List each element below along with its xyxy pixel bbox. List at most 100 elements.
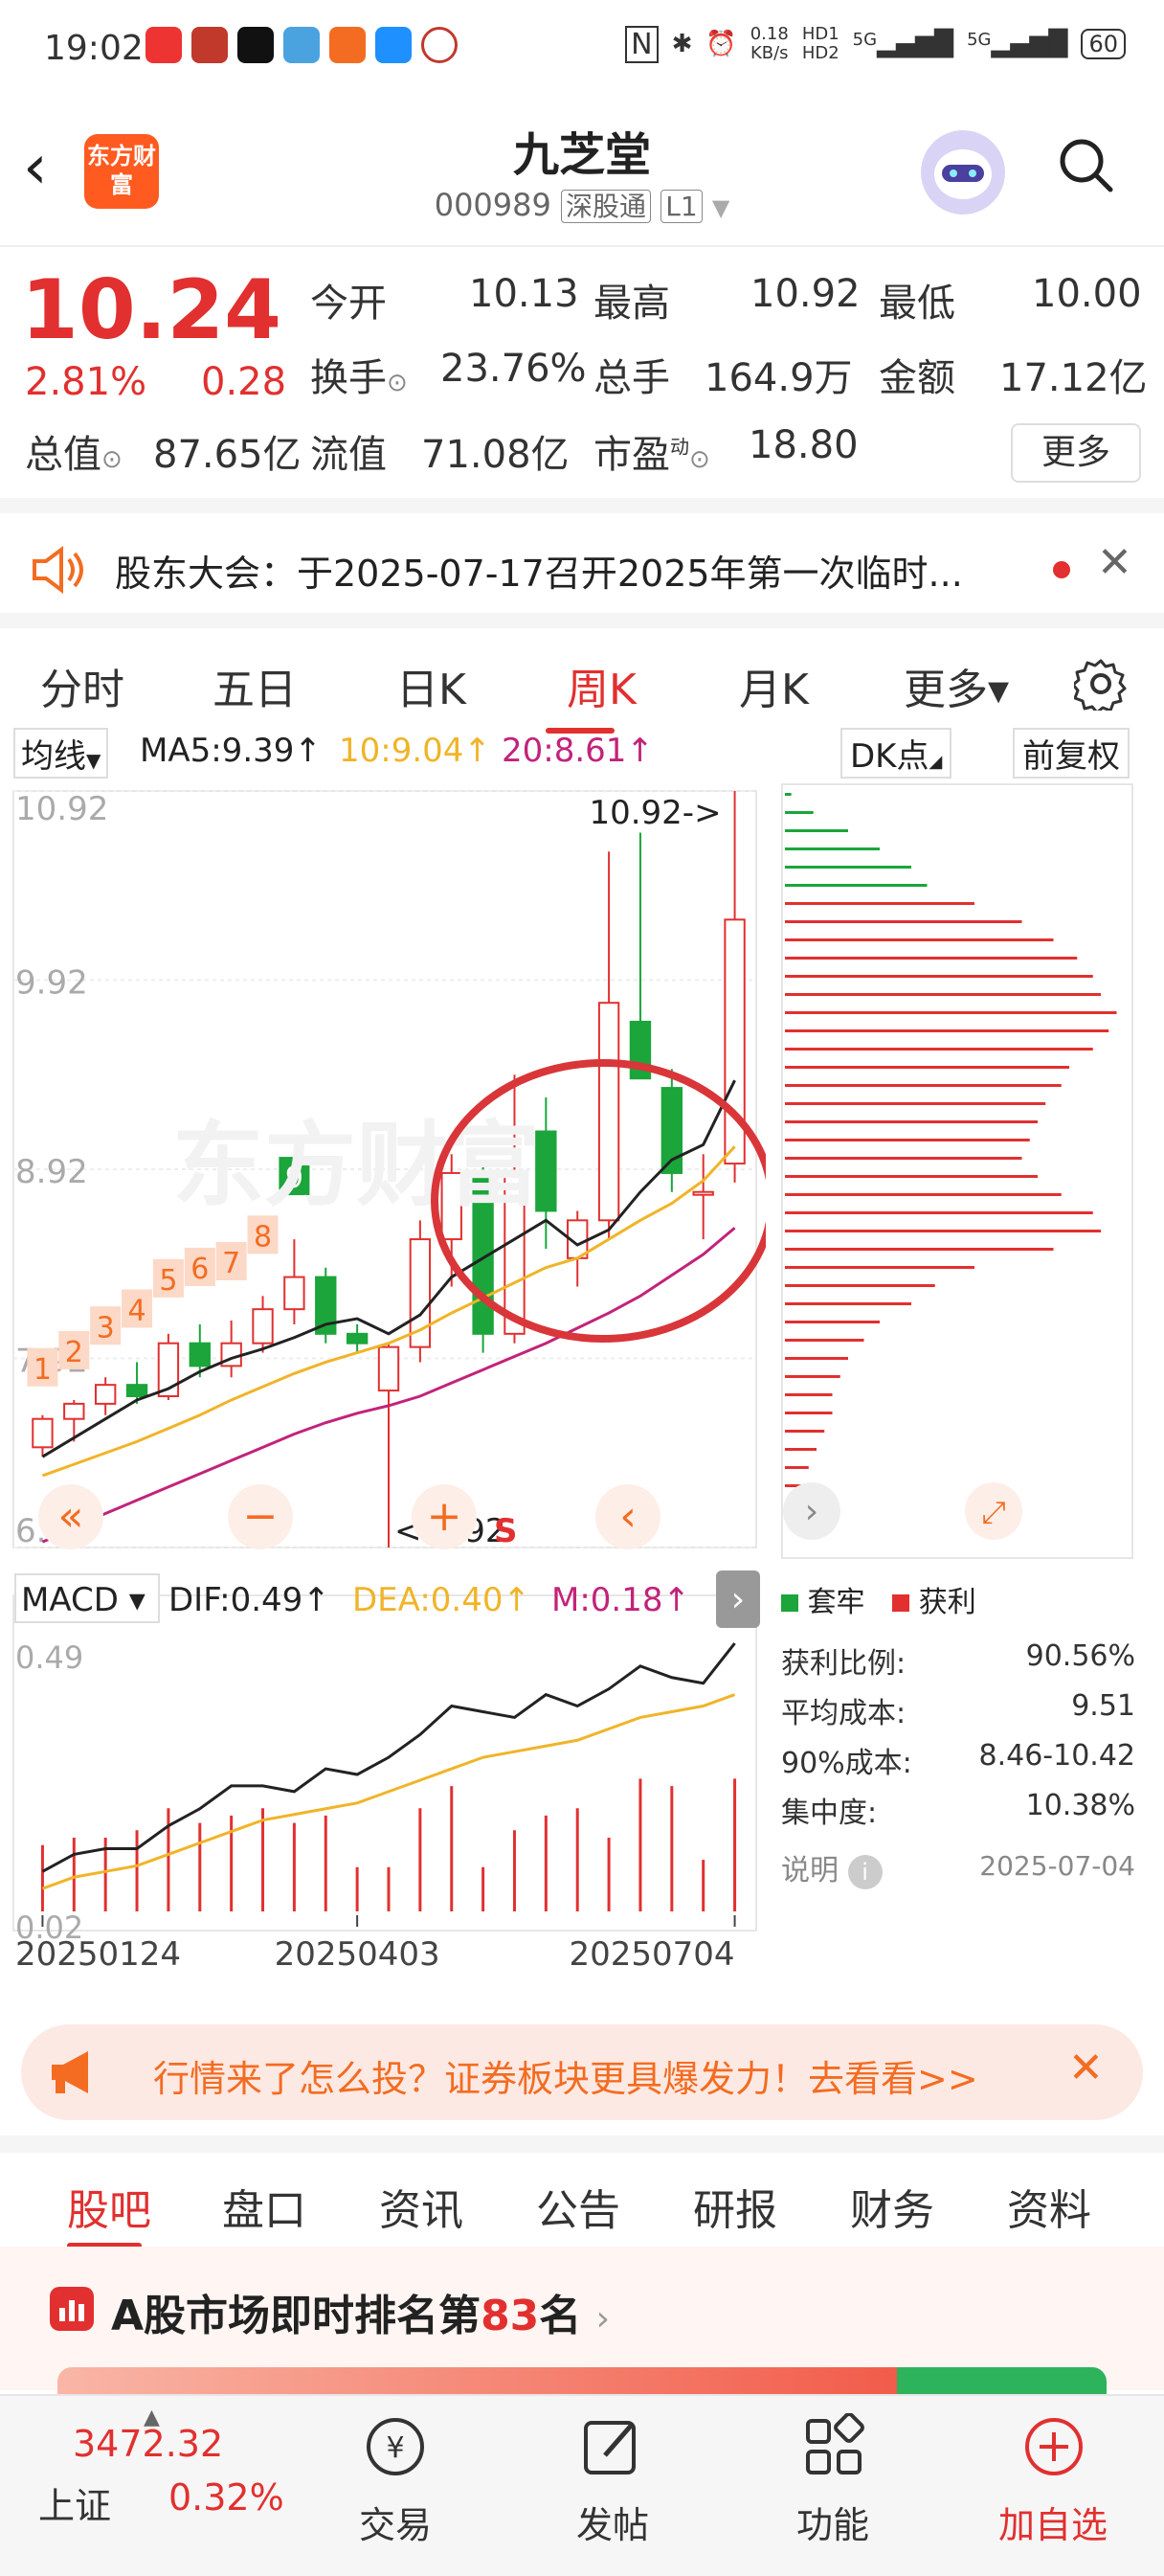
zoom-in-icon-glyph: +: [427, 1492, 462, 1541]
function-label[interactable]: 功能: [775, 2496, 890, 2548]
header: ‹ 东方财富 九芝堂 000989 深股通 L1 ▼: [0, 105, 1164, 239]
close-icon[interactable]: ✕: [1097, 538, 1132, 587]
macd-select: MACD ▾: [21, 1581, 146, 1619]
amount-value: 17.12亿: [999, 356, 1148, 400]
index-name[interactable]: 上证: [38, 2476, 111, 2529]
svg-text:¥: ¥: [386, 2431, 404, 2465]
chip-note[interactable]: 说明 i: [781, 1846, 883, 1889]
tab-research[interactable]: 研报: [693, 2176, 777, 2237]
candle-body: [597, 1002, 620, 1222]
exchange-tag: 深股通: [561, 190, 652, 223]
profit-bar: [785, 1357, 848, 1360]
app-icon: [283, 27, 320, 63]
promo-banner[interactable]: 行情来了怎么投？证券板块更具爆发力！去看看>> ✕: [21, 2024, 1143, 2120]
m-label: M:0.18↑: [551, 1581, 690, 1619]
profit-bar: [785, 1048, 1093, 1051]
tab-weekly-k[interactable]: 周K: [567, 655, 637, 716]
trapped-bar: [785, 793, 792, 796]
indicator-row: 均线▼ MA5:9.39↑ 10:9.04↑ 20:8.61↑ DK点◢ 前复权: [0, 724, 1164, 779]
more-button[interactable]: 更多: [1011, 423, 1141, 483]
post-icon[interactable]: [578, 2413, 645, 2480]
chevron-down-icon[interactable]: ▼: [712, 194, 729, 221]
rank-card[interactable]: A股市场即时排名第83名 ›: [0, 2247, 1164, 2396]
tab-more[interactable]: 更多▾: [904, 655, 1009, 716]
index-value[interactable]: 3472.32: [73, 2423, 223, 2465]
scroll-left-icon-glyph: «: [58, 1492, 84, 1541]
notice-bar[interactable]: 股东大会：于2025-07-17召开2025年第一次临时... ✕: [0, 498, 1164, 628]
float-value: 71.08亿: [421, 433, 570, 477]
signal-icon: 5G▂▄▆█: [852, 30, 954, 58]
speaker-icon: [33, 546, 83, 594]
alarm-icon: ⏰: [705, 30, 737, 58]
profit-bar: [785, 957, 1078, 960]
index-pct[interactable]: 0.32%: [168, 2476, 284, 2519]
profit-bar: [785, 1375, 840, 1378]
rank-bar: [57, 2367, 1107, 2396]
battery-icon: 60: [1081, 29, 1126, 59]
unread-dot: [1053, 561, 1070, 578]
nine-count-label: 1: [34, 1353, 52, 1387]
megaphone-icon: [52, 2051, 88, 2093]
macd-top-label: 0.49: [15, 1639, 83, 1676]
trapped-bar: [785, 847, 880, 850]
tab-monthly-k[interactable]: 月K: [739, 655, 809, 716]
trapped-swatch: [781, 1594, 798, 1612]
function-icon[interactable]: [800, 2413, 867, 2480]
profit-bar: [785, 1339, 864, 1342]
chip-row-value: 9.51: [1071, 1689, 1135, 1723]
chip-frame: [781, 783, 1133, 1559]
add-watchlist-label[interactable]: 加自选: [996, 2496, 1110, 2548]
high-label: 最高: [593, 282, 670, 326]
chip-row-value: 8.46-10.42: [978, 1739, 1135, 1773]
close-icon[interactable]: ✕: [1068, 2044, 1104, 2092]
turnover-value: 23.76%: [440, 347, 587, 391]
nine-count-label: 6: [190, 1253, 209, 1286]
high-marker: 10.92->: [589, 794, 721, 832]
tab-announcements[interactable]: 公告: [536, 2176, 620, 2237]
tab-financials[interactable]: 财务: [850, 2176, 934, 2237]
profit-bar: [785, 1102, 1046, 1105]
tab-minute[interactable]: 分时: [40, 655, 124, 716]
profit-bar: [785, 1393, 833, 1396]
nine-count-label: 5: [159, 1264, 177, 1298]
robot-icon: [934, 149, 992, 199]
expand-glyph: ⤢: [981, 1494, 1006, 1530]
gear-icon[interactable]: [1074, 657, 1128, 711]
info-icon: ⊙: [101, 445, 123, 474]
info-icon: i: [847, 1855, 883, 1889]
profit-bar: [785, 1321, 880, 1323]
kline-chart[interactable]: 10.929.928.927.926.9212345678910.92-><-6…: [0, 776, 766, 1570]
chip-info: 套牢 获利 获利比例: 90.56% 平均成本: 9.51 90%成本: 8.4…: [781, 1578, 1135, 2000]
tab-forum[interactable]: 股吧: [67, 2176, 151, 2237]
trade-label[interactable]: 交易: [338, 2496, 453, 2548]
profit-bar: [785, 1066, 1069, 1069]
macd-frame: [12, 1594, 757, 1932]
notice-text: 股东大会：于2025-07-17召开2025年第一次临时...: [115, 553, 963, 595]
info-icon: ⊙: [689, 445, 710, 474]
price-tick-label: 9.92: [15, 964, 88, 1003]
date-label: 20250124: [15, 1935, 181, 1974]
post-label[interactable]: 发帖: [555, 2496, 670, 2548]
dk-select[interactable]: DK点◢: [840, 728, 952, 779]
ma-select[interactable]: 均线▼: [13, 728, 109, 779]
search-icon[interactable]: [1057, 136, 1114, 193]
trapped-bar: [785, 811, 814, 814]
add-watchlist-icon[interactable]: [1020, 2413, 1087, 2480]
content-tabs: 股吧 盘口 资讯 公告 研报 财务 资料: [0, 2135, 1164, 2258]
pe-value: 18.80: [749, 423, 859, 467]
candle-body: [63, 1402, 85, 1420]
tab-daily-k[interactable]: 日K: [396, 655, 466, 716]
adjust-select[interactable]: 前复权: [1013, 728, 1130, 779]
profit-bar: [785, 1120, 1038, 1123]
tab-five-day[interactable]: 五日: [213, 655, 297, 716]
turnover-label: 换手⊙: [310, 356, 408, 400]
volume-label: 总手: [593, 356, 670, 400]
tab-orderbook[interactable]: 盘口: [222, 2176, 306, 2237]
level-tag: L1: [660, 190, 703, 223]
robot-avatar-icon[interactable]: [921, 130, 1005, 215]
candle-body: [252, 1308, 274, 1344]
tab-news[interactable]: 资讯: [379, 2176, 463, 2237]
trade-icon[interactable]: ¥: [362, 2413, 429, 2480]
chip-row-label: 90%成本:: [781, 1747, 912, 1780]
tab-profile[interactable]: 资料: [1007, 2176, 1091, 2237]
